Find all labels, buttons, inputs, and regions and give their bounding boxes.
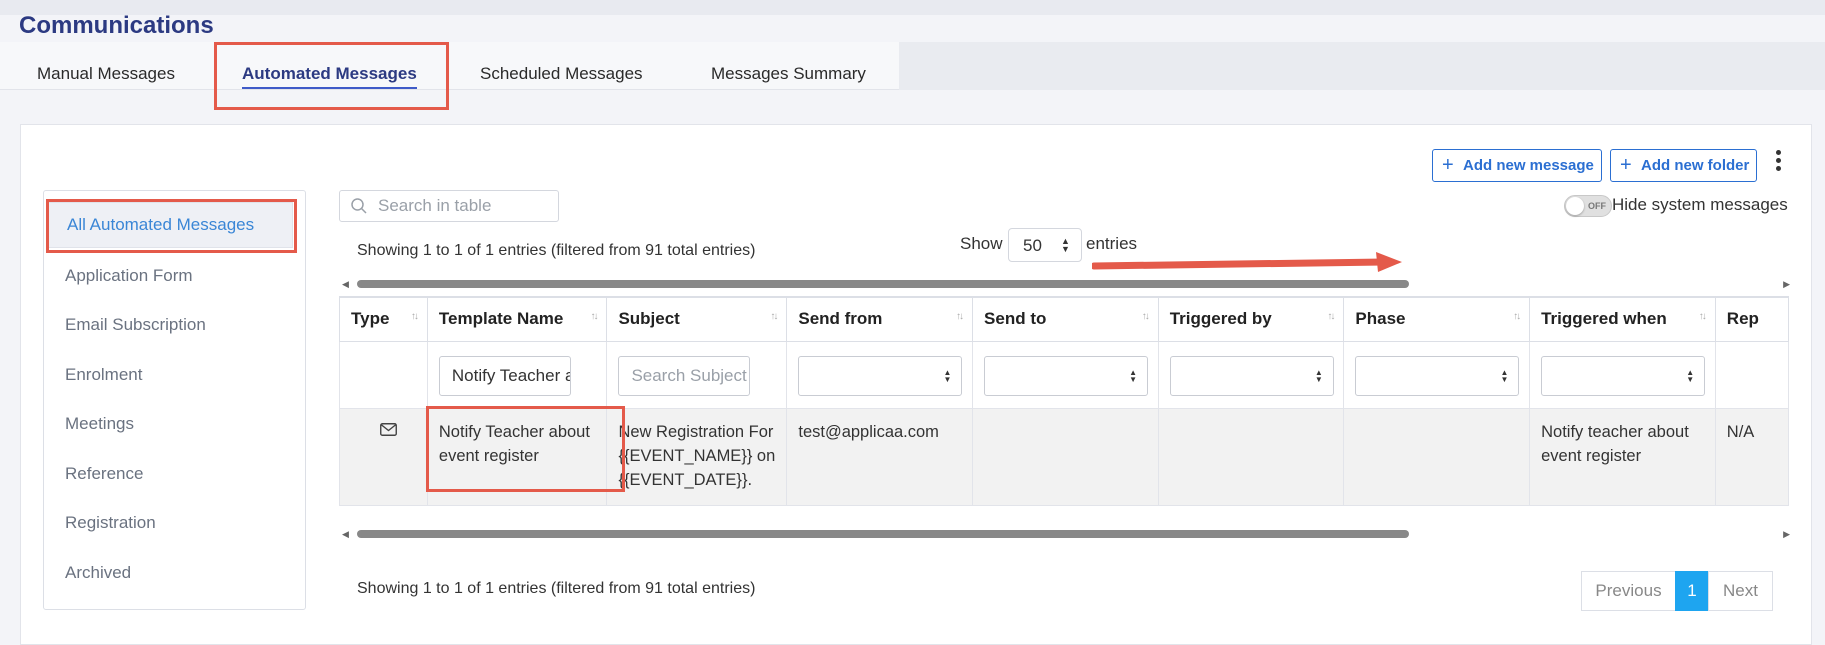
- sort-icon: ↑↓: [770, 311, 778, 322]
- sort-icon: ↑↓: [1513, 311, 1521, 322]
- sidebar-item-reference[interactable]: Reference: [65, 464, 143, 484]
- envelope-icon: [380, 422, 397, 436]
- sort-icon: ↑↓: [410, 311, 419, 322]
- add-new-folder-button[interactable]: + Add new folder: [1610, 149, 1757, 182]
- toggle-knob: [1566, 197, 1584, 215]
- table-search[interactable]: [339, 190, 559, 222]
- pagination-previous-button[interactable]: Previous: [1581, 571, 1676, 611]
- search-input[interactable]: [378, 195, 553, 217]
- table-scrollbar-top[interactable]: ◀ ▶: [342, 279, 1790, 289]
- filter-row: Notify Teacher abo Search Subject ▲▼ ▲▼ …: [339, 340, 1789, 409]
- cell-triggered-when: Notify teacher about event register: [1529, 407, 1716, 506]
- search-icon: [351, 198, 367, 214]
- cell-template-name[interactable]: Notify Teacher about event register: [426, 407, 608, 506]
- sidebar-item-archived[interactable]: Archived: [65, 563, 131, 583]
- column-header-type[interactable]: Type ↑↓: [339, 296, 428, 342]
- select-arrows-icon: ▲ ▼: [1061, 236, 1070, 254]
- entries-per-page-select[interactable]: 50 ▲ ▼: [1008, 228, 1082, 262]
- add-new-message-label: Add new message: [1463, 157, 1594, 174]
- scrollbar-thumb[interactable]: [357, 280, 1409, 288]
- sidebar-item-registration[interactable]: Registration: [65, 513, 156, 533]
- select-arrows-icon: ▲ ▼: [943, 367, 952, 384]
- column-header-send-from[interactable]: Send from ↑↓: [786, 296, 974, 342]
- scroll-right-icon[interactable]: ▶: [1783, 529, 1790, 540]
- filter-cell-type: [339, 340, 428, 409]
- sidebar-item-meetings[interactable]: Meetings: [65, 414, 134, 434]
- select-arrows-icon: ▲ ▼: [1500, 367, 1509, 384]
- cell-send-from: test@applicaa.com: [786, 407, 974, 506]
- filter-send-from-select[interactable]: ▲ ▼: [798, 355, 963, 396]
- column-header-subject[interactable]: Subject ↑↓: [606, 296, 788, 342]
- messages-table-viewport: Type ↑↓ Template Name ↑↓ Subject ↑↓ Send fr…: [339, 296, 1789, 528]
- tab-manual-messages[interactable]: Manual Messages: [37, 64, 175, 84]
- plus-icon: +: [1442, 154, 1454, 176]
- show-label: Show: [960, 234, 1003, 253]
- tab-messages-summary[interactable]: Messages Summary: [711, 64, 866, 84]
- entries-label: entries: [1086, 234, 1138, 253]
- add-new-folder-label: Add new folder: [1641, 157, 1750, 174]
- cell-rep: N/A: [1714, 407, 1789, 506]
- filter-cell-rep: [1714, 340, 1789, 409]
- page-title: Communications: [19, 12, 214, 39]
- plus-icon: +: [1620, 154, 1632, 176]
- sort-icon: ↑↓: [590, 311, 598, 322]
- scroll-right-icon[interactable]: ▶: [1783, 279, 1790, 290]
- folder-sidebar: [43, 190, 306, 610]
- table-scrollbar-bottom[interactable]: ◀ ▶: [342, 529, 1790, 539]
- filter-template-name-input[interactable]: Notify Teacher abo: [438, 355, 571, 396]
- cell-phase: [1343, 407, 1531, 506]
- select-arrows-icon: ▲ ▼: [1129, 367, 1138, 384]
- sidebar-item-all-automated-messages[interactable]: All Automated Messages: [67, 215, 254, 235]
- sort-icon: ↑↓: [1141, 311, 1150, 322]
- entries-info-bottom: Showing 1 to 1 of 1 entries (filtered fr…: [357, 580, 756, 597]
- sidebar-item-enrolment[interactable]: Enrolment: [65, 365, 142, 385]
- scroll-left-icon[interactable]: ◀: [342, 279, 349, 290]
- sidebar-item-application-form[interactable]: Application Form: [65, 266, 193, 286]
- cell-triggered-by: [1157, 407, 1345, 506]
- entries-value: 50: [1023, 236, 1042, 255]
- filter-send-to-select[interactable]: ▲ ▼: [984, 355, 1149, 396]
- filter-subject-input[interactable]: Search Subject: [618, 355, 751, 396]
- scroll-left-icon[interactable]: ◀: [342, 529, 349, 540]
- select-arrows-icon: ▲ ▼: [1686, 367, 1695, 384]
- column-header-rep[interactable]: Rep: [1714, 296, 1789, 342]
- more-options-icon[interactable]: [1771, 148, 1785, 176]
- cell-subject: New Registration For {{EVENT_NAME}} on {…: [606, 407, 788, 506]
- scrollbar-thumb[interactable]: [357, 530, 1409, 538]
- tabs-bar-filler: [899, 42, 1825, 90]
- sidebar-item-email-subscription[interactable]: Email Subscription: [65, 315, 206, 335]
- sort-icon: ↑↓: [1698, 311, 1707, 322]
- column-header-triggered-when[interactable]: Triggered when ↑↓: [1529, 296, 1716, 342]
- pagination-next-button[interactable]: Next: [1708, 571, 1773, 611]
- cell-send-to: [972, 407, 1159, 506]
- annotation-arrow-icon: [1092, 252, 1402, 272]
- pagination-page-button[interactable]: 1: [1675, 571, 1709, 611]
- column-header-send-to[interactable]: Send to ↑↓: [972, 296, 1159, 342]
- filter-phase-select[interactable]: ▲ ▼: [1355, 355, 1520, 396]
- hide-system-messages-toggle[interactable]: OFF: [1564, 195, 1612, 217]
- tab-scheduled-messages[interactable]: Scheduled Messages: [480, 64, 643, 84]
- top-band: [0, 0, 1825, 15]
- sort-icon: ↑↓: [956, 311, 964, 322]
- select-arrows-icon: ▲ ▼: [1314, 367, 1323, 384]
- sort-icon: ↑↓: [1327, 311, 1335, 322]
- tab-automated-messages[interactable]: Automated Messages: [242, 64, 417, 89]
- filter-triggered-when-select[interactable]: ▲ ▼: [1541, 355, 1706, 396]
- entries-info-top: Showing 1 to 1 of 1 entries (filtered fr…: [357, 242, 756, 259]
- messages-table: Type ↑↓ Template Name ↑↓ Subject ↑↓ Send fr…: [339, 296, 1789, 506]
- filter-triggered-by-select[interactable]: ▲ ▼: [1169, 355, 1334, 396]
- add-new-message-button[interactable]: + Add new message: [1432, 149, 1602, 182]
- hide-system-messages-label: Hide system messages: [1612, 195, 1788, 214]
- column-header-triggered-by[interactable]: Triggered by ↑↓: [1157, 296, 1345, 342]
- column-header-phase[interactable]: Phase ↑↓: [1343, 296, 1531, 342]
- cell-type: [339, 407, 428, 506]
- table-row[interactable]: Notify Teacher about event register New …: [339, 407, 1789, 506]
- toggle-state-label: OFF: [1588, 201, 1606, 211]
- column-header-template-name[interactable]: Template Name ↑↓: [426, 296, 608, 342]
